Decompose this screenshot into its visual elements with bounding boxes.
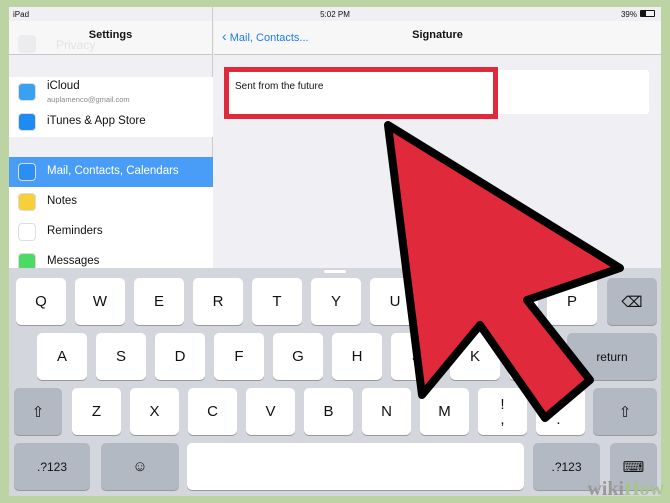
wikihow-watermark: wikiHow <box>587 478 664 500</box>
arrow-shape <box>384 121 624 422</box>
pointer-arrow-annotation <box>384 121 624 422</box>
